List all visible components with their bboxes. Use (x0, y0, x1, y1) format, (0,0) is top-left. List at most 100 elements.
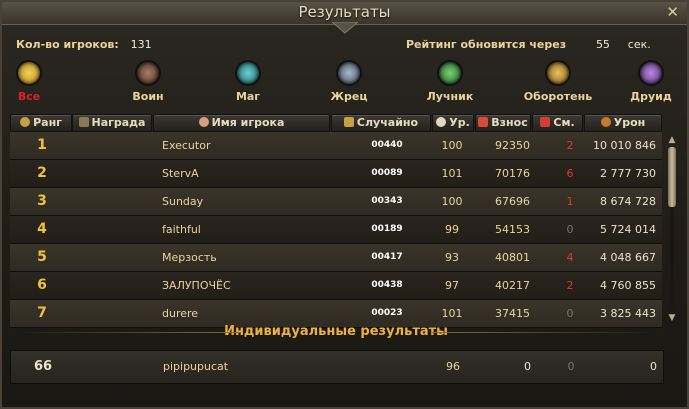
header-reward-label: Награда (91, 116, 146, 129)
dice-icon (343, 117, 354, 127)
title-ornament (332, 22, 358, 34)
damage-cell: 8 674 728 (600, 195, 656, 208)
refresh-timer: Рейтинг обновится через 55 сек. (406, 38, 651, 51)
header-level[interactable]: Ур. (432, 114, 474, 132)
rank-cell: 5 (37, 249, 47, 265)
class-filter-werewolf[interactable]: Оборотень (523, 62, 593, 103)
deaths-cell: 2 (566, 139, 574, 152)
rank-icon (20, 117, 31, 127)
trophy-icon (478, 117, 489, 127)
own-contribution-cell: 0 (524, 360, 531, 373)
smiley-icon (18, 62, 40, 84)
header-damage-label: Урон (613, 116, 646, 129)
header-deaths-label: См. (553, 116, 575, 129)
header-rank[interactable]: Ранг (10, 114, 72, 132)
priest-icon (338, 62, 360, 84)
table-row[interactable]: 1 Executor 00440 100 92350 2 10 010 846 (10, 132, 662, 160)
class-filter-druid[interactable]: Друид (616, 62, 686, 103)
close-icon[interactable]: ✕ (666, 4, 679, 21)
table-row[interactable]: 5 Мерзость 00417 93 40801 4 4 048 667 (10, 244, 662, 272)
table-row[interactable]: 3 Sunday 00343 100 67696 1 8 674 728 (10, 188, 662, 216)
random-cell: 00440 (371, 140, 403, 150)
refresh-value: 55 (595, 38, 610, 51)
random-cell: 00189 (371, 224, 403, 234)
random-cell: 00089 (371, 168, 403, 178)
warrior-icon (137, 62, 159, 84)
header-name[interactable]: Имя игрока (153, 114, 330, 132)
individual-results-row: 66 pipipupucat 96 0 0 0 (10, 350, 664, 384)
individual-results-title: Индивидуальные результаты (10, 322, 662, 342)
deaths-cell: 0 (566, 223, 574, 236)
star-icon (436, 117, 447, 127)
class-filter-mage[interactable]: Маг (213, 62, 283, 103)
header-random[interactable]: Случайно (331, 114, 431, 132)
contribution-cell: 67696 (495, 195, 530, 208)
class-filter-label: Жрец (330, 90, 368, 103)
random-cell: 00343 (371, 196, 403, 206)
class-filter-label: Лучник (426, 90, 474, 103)
header-contribution[interactable]: Взнос (475, 114, 531, 132)
random-cell: 00417 (371, 252, 403, 262)
class-filter-all[interactable]: Все (0, 62, 64, 103)
reward-icon (78, 117, 89, 127)
class-filter-label: Маг (235, 90, 261, 103)
name-cell: Executor (162, 139, 211, 152)
rank-cell: 2 (37, 165, 47, 181)
class-filter-bar: Все Воин Маг Жрец Лучник Оборотень Друид (10, 62, 683, 110)
rank-cell: 1 (37, 137, 47, 153)
class-filter-priest[interactable]: Жрец (314, 62, 384, 103)
table-row[interactable]: 6 ЗАЛУПОЧЁС 00438 97 40217 2 4 760 855 (10, 272, 662, 300)
header-level-label: Ур. (449, 116, 470, 129)
rank-cell: 6 (37, 277, 47, 293)
header-damage[interactable]: Урон (584, 114, 662, 132)
class-filter-warrior[interactable]: Воин (113, 62, 183, 103)
name-cell: faithful (162, 223, 201, 236)
scroll-up-icon[interactable]: ▲ (666, 135, 678, 145)
contribution-cell: 92350 (495, 139, 530, 152)
player-count-label: Кол-во игроков: (16, 38, 119, 51)
contribution-cell: 40217 (495, 279, 530, 292)
damage-cell: 4 760 855 (600, 279, 656, 292)
contribution-cell: 40801 (495, 251, 530, 264)
deaths-cell: 1 (566, 195, 574, 208)
scroll-thumb[interactable] (668, 147, 676, 207)
level-cell: 100 (441, 195, 463, 208)
window-title: Результаты (298, 3, 391, 21)
own-damage-cell: 0 (650, 360, 657, 373)
crossed-swords-icon (540, 117, 551, 127)
scroll-down-icon[interactable]: ▼ (666, 313, 678, 323)
name-cell: Мерзость (162, 251, 217, 264)
class-filter-archer[interactable]: Лучник (415, 62, 485, 103)
damage-cell: 2 777 730 (600, 167, 656, 180)
own-row[interactable]: 66 pipipupucat 96 0 0 0 (11, 351, 663, 383)
level-cell: 101 (441, 167, 463, 180)
player-icon (198, 117, 209, 127)
table-row[interactable]: 4 faithful 00189 99 54153 0 5 724 014 (10, 216, 662, 244)
player-count-value: 131 (130, 38, 152, 51)
own-rank-cell: 66 (33, 359, 53, 374)
damage-cell: 5 724 014 (600, 223, 656, 236)
header-reward[interactable]: Награда (72, 114, 152, 132)
name-cell: Sunday (162, 195, 204, 208)
druid-icon (640, 62, 662, 84)
contribution-cell: 70176 (495, 167, 530, 180)
werewolf-icon (547, 62, 569, 84)
results-table: 1 Executor 00440 100 92350 2 10 010 846 … (10, 132, 662, 328)
results-scrollbar[interactable]: ▲ ▼ (666, 135, 678, 323)
class-filter-label: Воин (132, 90, 164, 103)
damage-icon (600, 117, 611, 127)
header-contribution-label: Взнос (491, 116, 528, 129)
random-cell: 00438 (371, 280, 403, 290)
rank-cell: 3 (37, 193, 47, 209)
deaths-cell: 4 (566, 251, 574, 264)
rank-cell: 4 (37, 221, 47, 237)
damage-cell: 10 010 846 (593, 139, 656, 152)
name-cell: ЗАЛУПОЧЁС (162, 279, 231, 292)
header-name-label: Имя игрока (211, 116, 285, 129)
class-filter-label: Друид (630, 90, 672, 103)
deaths-cell: 6 (566, 167, 574, 180)
header-deaths[interactable]: См. (532, 114, 583, 132)
own-deaths-cell: 0 (567, 360, 575, 373)
table-row[interactable]: 2 StervA 00089 101 70176 6 2 777 730 (10, 160, 662, 188)
level-cell: 99 (445, 223, 459, 236)
